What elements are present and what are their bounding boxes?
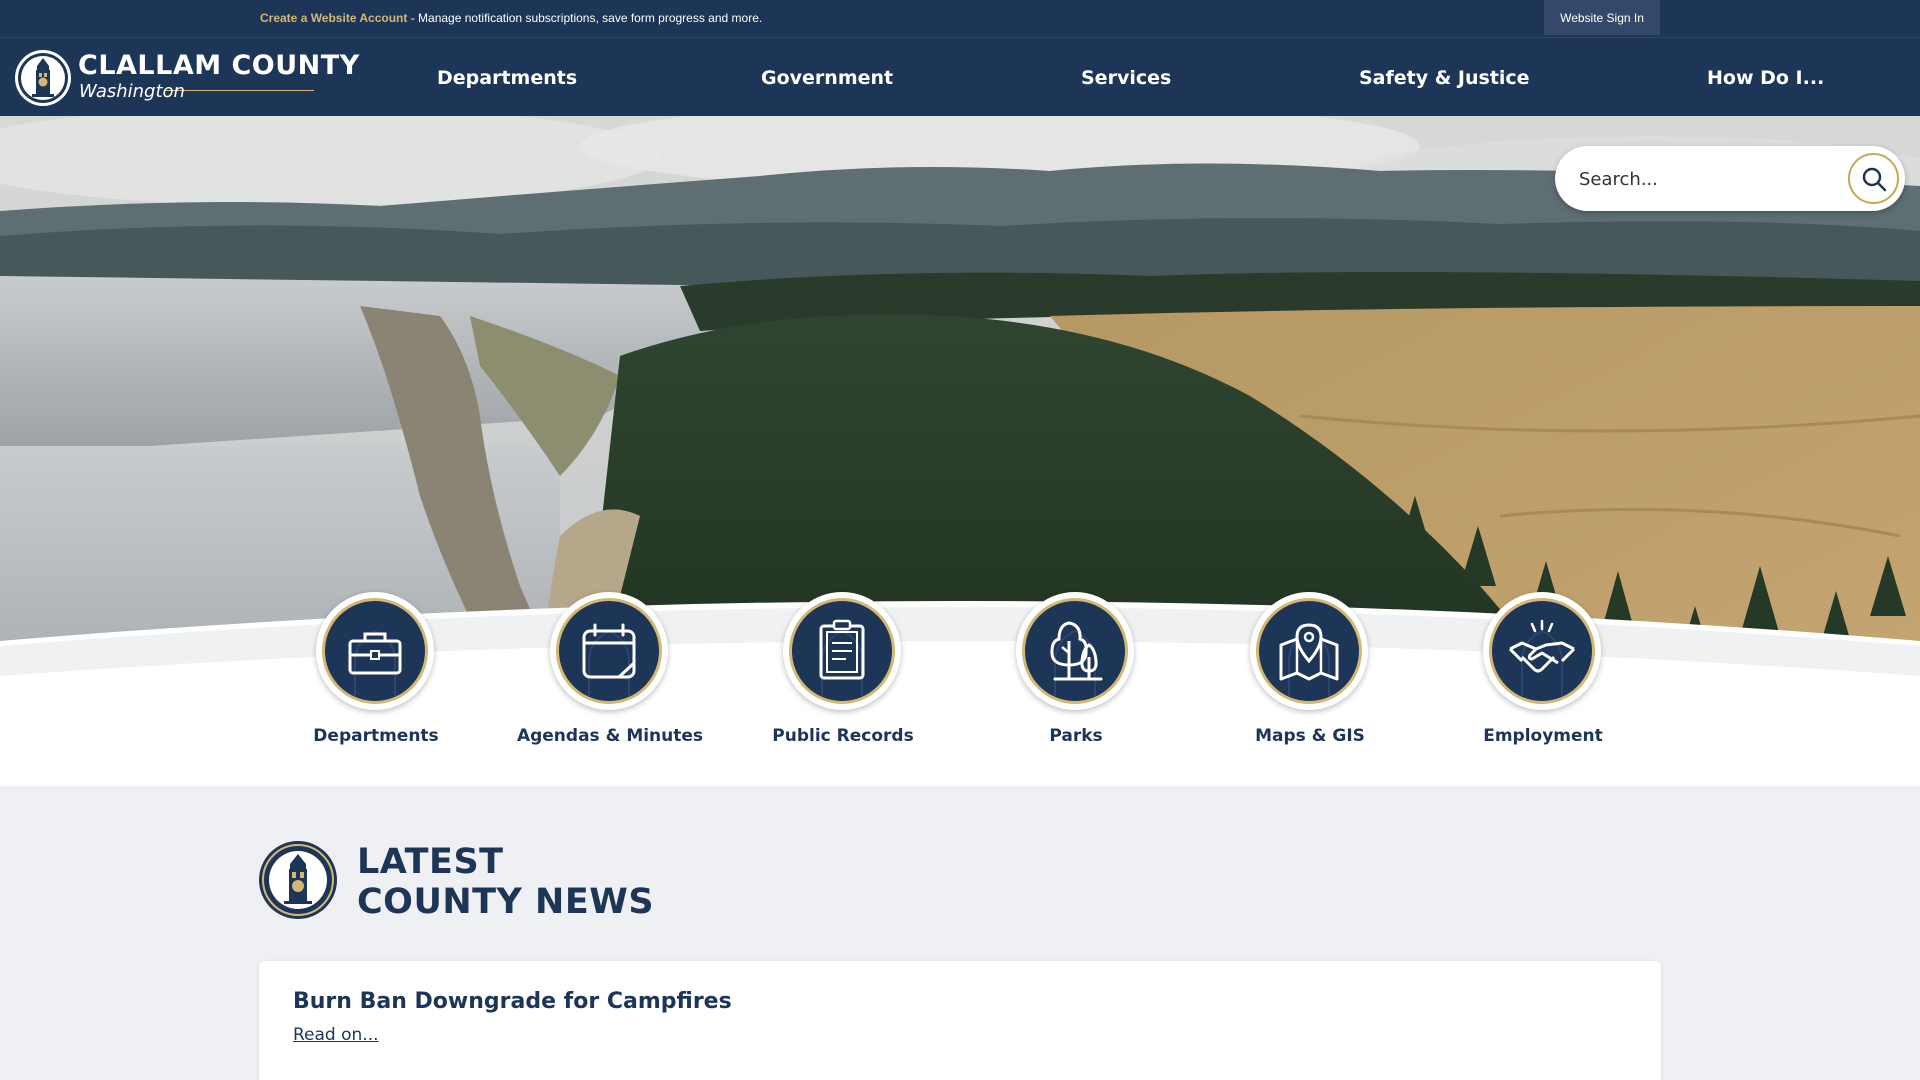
quick-link-inner xyxy=(1489,598,1595,704)
quick-link-departments[interactable]: Departments xyxy=(296,592,456,752)
handshake-icon xyxy=(1508,619,1576,696)
quick-link-circle xyxy=(783,592,901,710)
main-navigation: CLALLAM COUNTY Washington Departments Go… xyxy=(0,37,1920,116)
nav-item-departments[interactable]: Departments xyxy=(437,38,577,117)
logo-state-name: Washington xyxy=(79,81,185,102)
search-button[interactable] xyxy=(1848,153,1899,204)
account-message: Create a Website Account - Manage notifi… xyxy=(260,11,762,25)
search-input[interactable] xyxy=(1579,164,1829,194)
calendar-icon xyxy=(582,623,636,696)
quick-link-inner xyxy=(1022,598,1128,704)
news-card: Burn Ban Downgrade for Campfires Read on… xyxy=(259,961,1661,1080)
logo-county-name: CLALLAM COUNTY xyxy=(78,50,360,81)
map-pin-icon xyxy=(1279,623,1339,696)
county-seal-icon xyxy=(15,50,71,106)
quick-link-label: Maps & GIS xyxy=(1255,726,1365,746)
website-sign-in-button[interactable]: Website Sign In xyxy=(1544,0,1660,35)
nav-item-services[interactable]: Services xyxy=(1081,38,1171,117)
clipboard-icon xyxy=(819,619,865,696)
news-item-title[interactable]: Burn Ban Downgrade for Campfires xyxy=(293,989,732,1014)
county-seal-icon xyxy=(259,841,337,919)
quick-link-employment[interactable]: Employment xyxy=(1463,592,1623,752)
quick-link-inner xyxy=(789,598,895,704)
nav-item-safety-justice[interactable]: Safety & Justice xyxy=(1359,38,1530,117)
quick-link-inner xyxy=(556,598,662,704)
quick-link-label: Public Records xyxy=(772,726,914,746)
quick-link-circle xyxy=(550,592,668,710)
quick-link-inner xyxy=(1256,598,1362,704)
quick-link-maps-gis[interactable]: Maps & GIS xyxy=(1230,592,1390,752)
hero-banner xyxy=(0,116,1920,786)
logo-divider xyxy=(164,90,314,91)
quick-link-label: Employment xyxy=(1483,726,1603,746)
quick-link-public-records[interactable]: Public Records xyxy=(763,592,923,752)
nav-item-government[interactable]: Government xyxy=(761,38,893,117)
search-box xyxy=(1555,146,1905,211)
create-account-link[interactable]: Create a Website Account xyxy=(260,11,407,25)
quick-link-circle xyxy=(1483,592,1601,710)
news-heading-line2: COUNTY NEWS xyxy=(357,882,655,922)
quick-link-inner xyxy=(322,598,428,704)
quick-link-circle xyxy=(316,592,434,710)
briefcase-icon xyxy=(348,629,402,696)
news-heading-line1: LATEST xyxy=(357,842,504,882)
account-message-text: - Manage notification subscriptions, sav… xyxy=(407,11,763,25)
quick-link-label: Parks xyxy=(1049,726,1103,746)
utility-bar: Create a Website Account - Manage notifi… xyxy=(0,0,1920,37)
trees-icon xyxy=(1050,621,1103,696)
landscape-image xyxy=(0,116,1920,786)
nav-menu: Departments Government Services Safety &… xyxy=(355,38,1920,117)
quick-link-label: Departments xyxy=(313,726,439,746)
read-on-link[interactable]: Read on... xyxy=(293,1025,379,1045)
quick-link-parks[interactable]: Parks xyxy=(996,592,1156,752)
quick-link-agendas-minutes[interactable]: Agendas & Minutes xyxy=(517,592,703,752)
search-icon xyxy=(1862,167,1886,191)
quick-link-circle xyxy=(1016,592,1134,710)
quick-link-circle xyxy=(1250,592,1368,710)
news-heading: LATEST COUNTY NEWS xyxy=(258,838,658,922)
nav-item-how-do-i[interactable]: How Do I... xyxy=(1707,38,1824,117)
site-logo[interactable]: CLALLAM COUNTY Washington xyxy=(14,47,359,109)
quick-link-label: Agendas & Minutes xyxy=(516,726,704,746)
